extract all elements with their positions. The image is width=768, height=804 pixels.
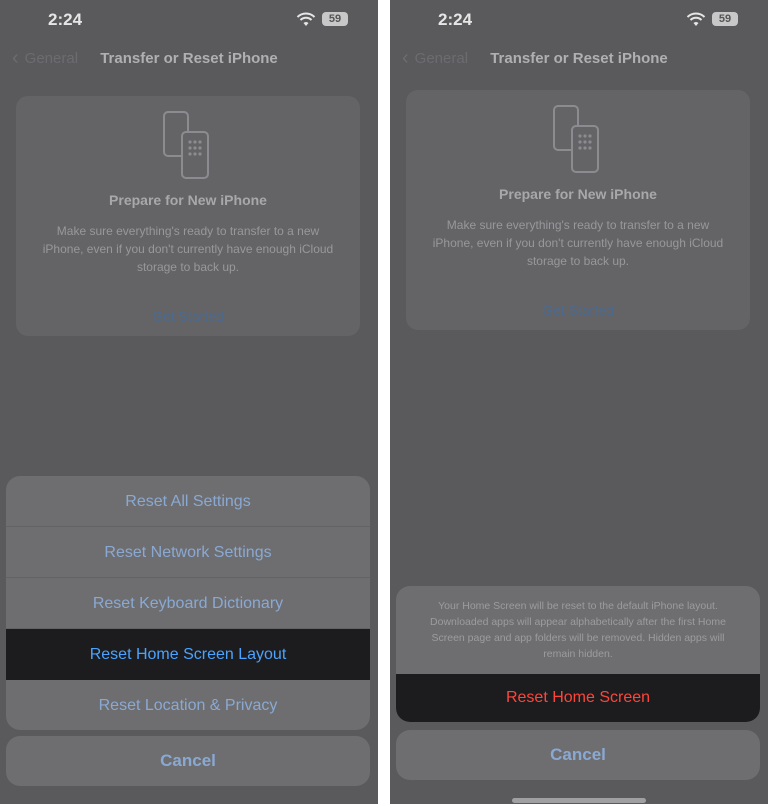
reset-home-screen-button[interactable]: Reset Home Screen (396, 674, 760, 722)
reset-options-sheet: Reset All Settings Reset Network Setting… (6, 476, 370, 730)
wifi-icon (296, 12, 316, 26)
status-bar: 2:24 59 (0, 0, 378, 40)
prepare-card: Prepare for New iPhone Make sure everyth… (406, 90, 750, 330)
prepare-card: Prepare for New iPhone Make sure everyth… (16, 96, 360, 336)
reset-location-privacy-option[interactable]: Reset Location & Privacy (6, 680, 370, 730)
left-phone-screen: 2:24 59 ‹ General Transfer or Reset iPho… (0, 0, 378, 804)
status-bar: 2:24 59 (390, 0, 768, 40)
right-phone-screen: 2:24 59 ‹ General Transfer or Reset iPho… (390, 0, 768, 804)
reset-keyboard-dictionary-option[interactable]: Reset Keyboard Dictionary (6, 578, 370, 629)
navigation-bar: ‹ General Transfer or Reset iPhone (390, 48, 768, 72)
card-title: Prepare for New iPhone (499, 186, 657, 202)
alert-message: Your Home Screen will be reset to the de… (430, 600, 726, 660)
card-title: Prepare for New iPhone (109, 192, 267, 208)
cancel-button[interactable]: Cancel (396, 730, 760, 780)
reset-all-settings-option[interactable]: Reset All Settings (6, 476, 370, 527)
page-title: Transfer or Reset iPhone (100, 50, 278, 67)
get-started-link[interactable]: Get Started (406, 302, 750, 318)
reset-network-settings-option[interactable]: Reset Network Settings (6, 527, 370, 578)
transfer-phones-icon (163, 111, 209, 179)
home-indicator[interactable] (512, 798, 646, 803)
battery-icon: 59 (322, 12, 348, 26)
get-started-link[interactable]: Get Started (16, 308, 360, 324)
reset-confirmation-sheet: Your Home Screen will be reset to the de… (396, 586, 760, 722)
card-description: Make sure everything's ready to transfer… (432, 218, 724, 268)
page-title: Transfer or Reset iPhone (490, 50, 668, 67)
status-time: 2:24 (438, 10, 473, 29)
reset-home-screen-layout-option[interactable]: Reset Home Screen Layout (6, 629, 370, 680)
transfer-phones-icon (553, 105, 599, 173)
cancel-button[interactable]: Cancel (6, 736, 370, 786)
navigation-bar: ‹ General Transfer or Reset iPhone (0, 48, 378, 72)
status-time: 2:24 (48, 10, 83, 29)
card-description: Make sure everything's ready to transfer… (42, 224, 334, 274)
wifi-icon (686, 12, 706, 26)
battery-icon: 59 (712, 12, 738, 26)
